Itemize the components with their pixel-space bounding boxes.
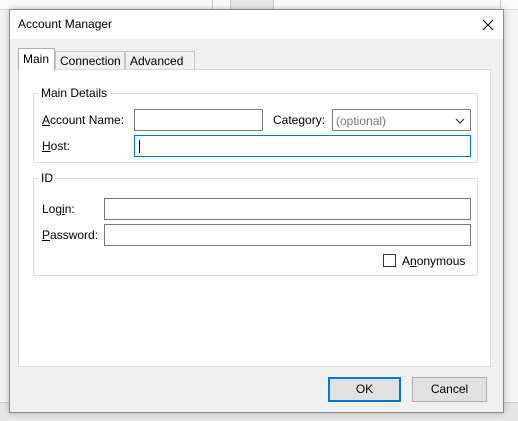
- password-label: Password:: [42, 228, 99, 242]
- login-field[interactable]: [104, 198, 471, 220]
- anonymous-label[interactable]: Anonymous: [402, 254, 465, 268]
- close-icon: [482, 19, 494, 30]
- title-bar[interactable]: Account Manager: [10, 10, 503, 39]
- account-name-input[interactable]: [135, 110, 262, 130]
- cancel-button[interactable]: Cancel: [412, 377, 487, 402]
- chevron-down-icon: [455, 118, 465, 124]
- tab-connection[interactable]: Connection: [55, 51, 125, 70]
- category-label: Category:: [273, 113, 326, 127]
- tab-main-label: Main: [23, 52, 50, 66]
- id-legend: ID: [39, 171, 55, 185]
- text-caret: [139, 140, 140, 153]
- main-details-legend: Main Details: [39, 86, 110, 100]
- host-field[interactable]: [134, 135, 471, 157]
- anonymous-checkbox[interactable]: [383, 254, 396, 267]
- dialog-title: Account Manager: [18, 17, 113, 31]
- tab-advanced-label: Advanced: [130, 54, 184, 68]
- tab-connection-label: Connection: [60, 54, 121, 68]
- login-label: Login:: [42, 202, 75, 216]
- category-placeholder: (optional): [336, 114, 387, 128]
- tab-main[interactable]: Main: [18, 48, 55, 71]
- tab-panel-main: Main Details Account Name: Category: (op…: [18, 69, 491, 367]
- account-name-label: Account Name:: [42, 113, 125, 127]
- ok-button[interactable]: OK: [328, 377, 401, 402]
- main-details-group: Main Details Account Name: Category: (op…: [33, 86, 478, 163]
- close-button[interactable]: [473, 10, 503, 39]
- login-input[interactable]: [105, 199, 470, 219]
- password-field[interactable]: [104, 224, 471, 246]
- category-dropdown[interactable]: (optional): [332, 109, 471, 131]
- account-manager-dialog: Account Manager Main Connection Advanced…: [9, 9, 504, 413]
- tab-advanced[interactable]: Advanced: [125, 51, 195, 70]
- id-group: ID Login: Password: Anonymous: [33, 171, 478, 276]
- password-input[interactable]: [105, 225, 470, 245]
- account-name-field[interactable]: [134, 109, 263, 131]
- host-label: Host:: [42, 139, 71, 153]
- host-input[interactable]: [135, 136, 470, 156]
